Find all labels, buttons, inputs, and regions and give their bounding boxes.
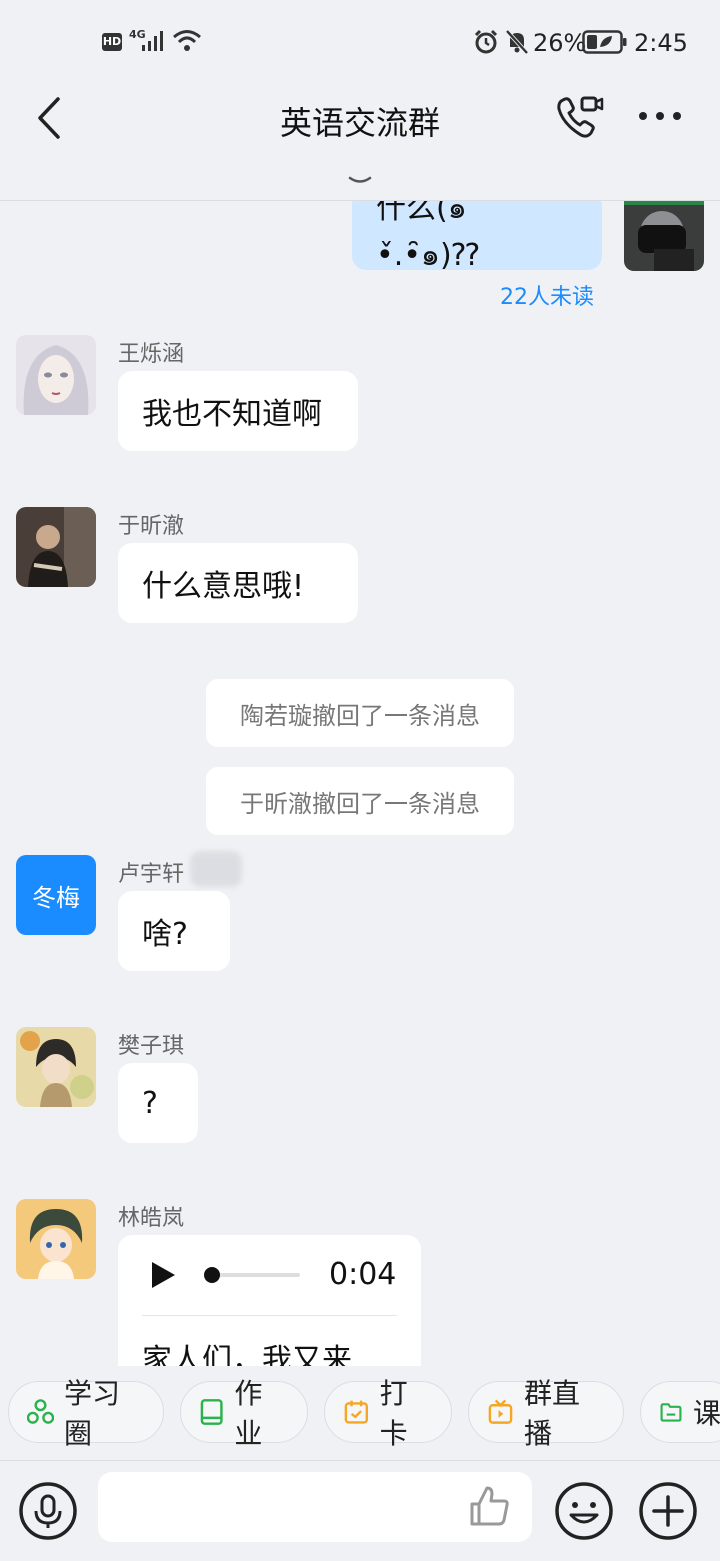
sender-name: 林皓岚 — [118, 1206, 185, 1231]
voice-message-bubble[interactable]: 0:04 家人们，我又来 — [118, 1235, 421, 1366]
avatar-wang[interactable] — [16, 335, 96, 415]
message-input[interactable] — [98, 1472, 532, 1542]
wifi-icon — [173, 30, 201, 51]
mute-bell-icon — [505, 29, 529, 55]
message-text: 啥? — [142, 917, 188, 952]
message-bubble[interactable]: 什么意思哦! — [118, 543, 358, 623]
chat-title: 英语交流群 — [279, 104, 440, 142]
self-avatar[interactable] — [624, 201, 704, 271]
self-message-text: 什么(๑ •̌.•̑๑)⁇ — [376, 201, 480, 273]
battery-icon — [582, 30, 627, 54]
sender-name: 樊子琪 — [118, 1034, 185, 1059]
voice-duration: 0:04 — [329, 1257, 397, 1292]
system-notice-text: 陶若璇撤回了一条消息 — [240, 701, 480, 730]
system-notice: 于昕澈撤回了一条消息 — [206, 767, 514, 835]
quick-action-course[interactable]: 课 — [640, 1381, 720, 1443]
add-icon[interactable] — [638, 1481, 698, 1541]
battery-percent: 26% — [533, 29, 587, 57]
voice-input-icon[interactable] — [18, 1481, 78, 1541]
message-bubble[interactable]: 啥? — [118, 891, 230, 971]
avatar-lin[interactable] — [16, 1199, 96, 1279]
system-notice-text: 于昕澈撤回了一条消息 — [240, 789, 480, 818]
emoji-icon[interactable] — [554, 1481, 614, 1541]
message-bubble[interactable]: ? — [118, 1063, 198, 1143]
signal-icon — [142, 31, 163, 51]
message-text: 什么意思哦! — [142, 569, 305, 604]
blurred-tag — [190, 851, 242, 887]
sender-name: 王烁涵 — [118, 342, 185, 367]
back-arrow-icon[interactable] — [34, 96, 64, 140]
calendar-check-icon — [344, 1400, 368, 1424]
sender-name: 卢宇轩 — [118, 862, 185, 887]
unread-count[interactable]: 22人未读 — [480, 279, 594, 311]
hd-badge: HD — [102, 33, 122, 51]
avatar-lu[interactable]: 冬梅 — [16, 855, 96, 935]
status-bar: HD 4G 26% 2:45 — [0, 0, 720, 84]
chip-label: 群直播 — [524, 1377, 581, 1450]
quick-action-checkin[interactable]: 打卡 — [324, 1377, 452, 1450]
sender-name: 于昕澈 — [118, 514, 185, 539]
system-notice: 陶若璇撤回了一条消息 — [206, 679, 514, 747]
alarm-icon — [474, 29, 498, 54]
voice-transcript: 家人们，我又来 — [142, 1343, 352, 1366]
chip-label: 学习圈 — [64, 1377, 121, 1450]
message-text: ? — [142, 1085, 158, 1121]
more-options-icon[interactable] — [636, 108, 684, 124]
avatar-fan[interactable] — [16, 1027, 96, 1107]
self-message-bubble[interactable]: 什么(๑ •̌.•̑๑)⁇ — [352, 201, 602, 273]
message-list[interactable]: 什么(๑ •̌.•̑๑)⁇ 22人未读 王烁涵 我也不知道啊 于昕澈 什么意思哦… — [0, 201, 720, 1366]
chip-label: 课 — [692, 1397, 720, 1430]
collapse-chevron-icon[interactable] — [347, 175, 373, 187]
chip-label: 作业 — [234, 1377, 263, 1450]
avatar-yu[interactable] — [16, 507, 96, 587]
clock: 2:45 — [634, 29, 688, 57]
phone-video-call-icon[interactable] — [555, 94, 605, 140]
voice-progress-track[interactable] — [206, 1273, 300, 1277]
thumbs-up-icon[interactable] — [468, 1484, 512, 1528]
quick-action-group-live[interactable]: 群直播 — [468, 1377, 624, 1450]
message-bubble[interactable]: 我也不知道啊 — [118, 371, 358, 451]
circle-group-icon — [27, 1399, 54, 1424]
voice-progress-knob[interactable] — [204, 1267, 220, 1283]
avatar-text: 冬梅 — [32, 883, 80, 912]
message-text: 我也不知道啊 — [142, 397, 322, 432]
folder-icon — [660, 1403, 682, 1422]
divider — [142, 1315, 397, 1316]
book-icon — [200, 1399, 223, 1425]
quick-action-study-circle[interactable]: 学习圈 — [8, 1377, 164, 1450]
live-tv-icon — [488, 1399, 513, 1424]
quick-action-homework[interactable]: 作业 — [180, 1377, 308, 1450]
chip-label: 打卡 — [379, 1377, 408, 1450]
play-icon[interactable] — [148, 1260, 178, 1290]
